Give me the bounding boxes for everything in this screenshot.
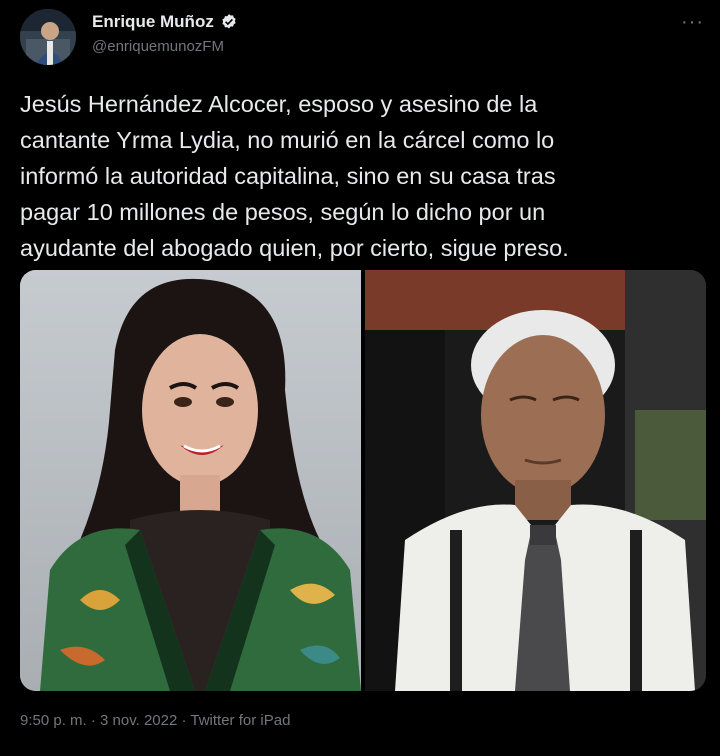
tweet: Enrique Muñoz @enriquemunozFM ··· Jesús … [0, 0, 720, 756]
avatar-image-icon [20, 9, 76, 65]
older-man-portrait-image-icon [365, 270, 706, 691]
older-man-portrait-photo[interactable] [365, 270, 706, 691]
tweet-text: Jesús Hernández Alcocer, esposo y asesin… [20, 91, 569, 261]
author-name-row: Enrique Muñoz [92, 12, 238, 32]
author-display-name[interactable]: Enrique Muñoz [92, 12, 214, 32]
author-handle[interactable]: @enriquemunozFM [92, 38, 224, 55]
tweet-media[interactable] [20, 270, 706, 691]
author-avatar[interactable] [20, 9, 76, 65]
verified-badge-icon [222, 14, 236, 29]
more-options-icon[interactable]: ··· [681, 12, 704, 32]
woman-portrait-image-icon [20, 270, 361, 691]
tweet-timestamp-source[interactable]: 9:50 p. m. · 3 nov. 2022 · Twitter for i… [20, 712, 290, 729]
woman-portrait-photo[interactable] [20, 270, 361, 691]
